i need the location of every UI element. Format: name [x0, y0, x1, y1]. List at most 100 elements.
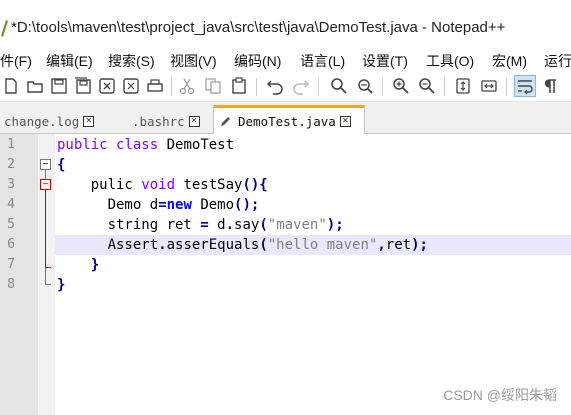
- cut-icon[interactable]: [176, 75, 198, 97]
- code-line[interactable]: 2{: [0, 155, 571, 175]
- code-token: =: [158, 197, 167, 213]
- code-text: public class DemoTest: [57, 135, 234, 155]
- tab-label: DemoTest.java: [238, 113, 336, 129]
- redo-icon[interactable]: [290, 75, 312, 97]
- line-number: 4: [7, 197, 15, 212]
- zoom-out-icon[interactable]: [416, 75, 438, 97]
- sync-vertical-icon[interactable]: [452, 75, 474, 97]
- code-token: pulic: [90, 177, 142, 193]
- tab-label: .bashrc: [132, 113, 185, 129]
- code-line[interactable]: 6 Assert.asserEquals("hello maven",ret);: [0, 235, 571, 255]
- menu-macro[interactable]: 宏(M): [492, 51, 527, 71]
- code-token: public: [57, 137, 108, 153]
- open-folder-icon[interactable]: [24, 75, 46, 97]
- code-token: DemoTest: [158, 137, 235, 153]
- code-token: Assert: [107, 237, 159, 253]
- code-token: .: [158, 237, 167, 253]
- code-text: pulic void testSay(){: [57, 175, 268, 195]
- close-all-icon[interactable]: [120, 75, 142, 97]
- code-token: );: [411, 237, 428, 253]
- paste-icon[interactable]: [228, 75, 250, 97]
- code-text: Assert.asserEquals("hello maven",ret);: [57, 235, 428, 255]
- code-token: "hello maven": [267, 237, 378, 253]
- tab-demotest-java[interactable]: DemoTest.java ✕: [213, 105, 365, 134]
- code-text: Demo d=new Demo();: [57, 195, 260, 215]
- code-token: testSay: [175, 177, 243, 193]
- line-number: 5: [7, 217, 15, 232]
- close-icon[interactable]: ✕: [188, 115, 200, 127]
- toolbar: [0, 72, 571, 102]
- menu-file[interactable]: 件(F): [0, 51, 32, 71]
- code-token: ();: [234, 197, 260, 213]
- code-token: Demo d: [107, 197, 159, 213]
- save-icon[interactable]: [48, 75, 70, 97]
- replace-icon[interactable]: [354, 75, 376, 97]
- menu-run[interactable]: 运行: [544, 51, 571, 71]
- tab-bashrc[interactable]: .bashrc ✕: [132, 108, 212, 134]
- menu-settings[interactable]: 设置(T): [362, 51, 408, 71]
- close-icon[interactable]: ✕: [339, 115, 351, 127]
- code-text: string ret = d.say("maven");: [57, 215, 344, 235]
- code-line[interactable]: 5 string ret = d.say("maven");: [0, 215, 571, 235]
- code-text: }: [57, 255, 99, 275]
- code-token: {: [57, 157, 66, 173]
- close-icon[interactable]: ✕: [83, 115, 95, 127]
- code-token: .: [225, 217, 235, 233]
- line-number: 2: [7, 157, 15, 172]
- code-token: ret: [385, 237, 412, 253]
- undo-icon[interactable]: [264, 75, 286, 97]
- code-token: class: [116, 137, 159, 153]
- line-number: 1: [7, 137, 15, 152]
- save-all-icon[interactable]: [72, 75, 94, 97]
- sync-horizontal-icon[interactable]: [478, 75, 500, 97]
- tab-bar: change.log ✕ .bashrc ✕ DemoTest.java ✕: [0, 102, 571, 134]
- code-token: }: [57, 277, 66, 293]
- code-text: }: [57, 275, 65, 295]
- code-token: "maven": [267, 217, 327, 233]
- menu-view[interactable]: 视图(V): [170, 51, 217, 71]
- new-file-icon[interactable]: [0, 75, 22, 97]
- code-token: asserEquals: [166, 237, 260, 253]
- pencil-icon: [221, 117, 230, 126]
- find-icon[interactable]: [328, 75, 350, 97]
- copy-icon[interactable]: [202, 75, 224, 97]
- code-token: void: [141, 177, 176, 193]
- line-number: 6: [7, 237, 15, 252]
- word-wrap-icon[interactable]: [514, 75, 536, 97]
- code-token: new: [166, 197, 192, 213]
- code-token: d: [208, 217, 226, 233]
- code-line[interactable]: 3 pulic void testSay(){: [0, 175, 571, 195]
- code-line[interactable]: 4 Demo d=new Demo();: [0, 195, 571, 215]
- menu-tools[interactable]: 工具(O): [426, 51, 474, 71]
- window-title: *D:\tools\maven\test\project_java\src\te…: [11, 19, 506, 36]
- notepad-plus-plus-icon: [1, 20, 8, 37]
- code-token: =: [200, 217, 209, 233]
- close-icon[interactable]: [96, 75, 118, 97]
- code-token: Demo: [191, 197, 235, 213]
- code-token: (: [259, 217, 268, 233]
- code-token: (: [259, 237, 268, 253]
- watermark: CSDN @绥阳朱韬: [443, 387, 557, 403]
- print-icon[interactable]: [144, 75, 166, 97]
- code-line[interactable]: 1 public class DemoTest: [0, 135, 571, 155]
- menu-encoding[interactable]: 编码(N): [234, 51, 281, 71]
- line-number: 3: [7, 177, 15, 192]
- zoom-in-icon[interactable]: [390, 75, 412, 97]
- code-token: say: [234, 217, 260, 233]
- code-line[interactable]: 8}: [0, 275, 571, 295]
- tab-change-log[interactable]: change.log ✕: [4, 108, 110, 134]
- menu-search[interactable]: 搜索(S): [108, 51, 155, 71]
- line-number: 7: [7, 257, 15, 272]
- editor[interactable]: − − 1 public class DemoTest 2{3 pulic void…: [0, 134, 571, 415]
- title-bar: *D:\tools\maven\test\project_java\src\te…: [0, 0, 571, 48]
- show-all-chars-icon[interactable]: [540, 75, 562, 97]
- code-line[interactable]: 7 }: [0, 255, 571, 275]
- menu-edit[interactable]: 编辑(E): [46, 51, 93, 71]
- code-token: }: [90, 257, 100, 273]
- menu-language[interactable]: 语言(L): [300, 51, 345, 71]
